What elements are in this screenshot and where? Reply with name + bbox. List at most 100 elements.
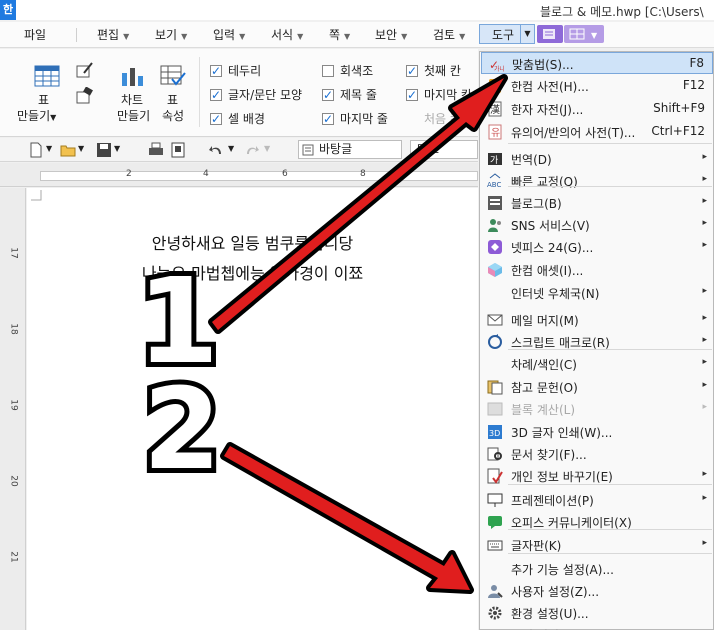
tools-menu-item[interactable]: ABC 빠른 교정(Q) ▸ bbox=[481, 170, 713, 192]
print-icon[interactable] bbox=[148, 142, 164, 158]
tools-menu-item-label: 3D 글자 인쇄(W)... bbox=[511, 426, 613, 440]
tools-menu-item-label: SNS 서비스(V) bbox=[511, 219, 590, 233]
communicator-icon bbox=[487, 514, 503, 530]
menu-edit[interactable]: 편집 ▼ bbox=[97, 26, 129, 44]
menu-page[interactable]: 쪽 ▼ bbox=[329, 26, 350, 44]
tools-menu-item: 블록 계산(L) ▸ bbox=[481, 398, 713, 420]
tools-menu-item[interactable]: 환경 설정(U)... bbox=[481, 602, 713, 624]
menu-insert[interactable]: 입력 ▼ bbox=[213, 26, 245, 44]
ribbon: 표 만들기▼ 차트 만들기 표 속성 테두리 글자/문단 모양 셀 배경 회색조… bbox=[0, 49, 478, 137]
ruler-number: 20 bbox=[8, 475, 19, 487]
submenu-arrow-icon: ▸ bbox=[702, 313, 707, 323]
chevron-down-icon[interactable]: ▼ bbox=[264, 144, 270, 153]
font-group-select[interactable]: 대표 bbox=[410, 140, 478, 159]
ruler-track bbox=[40, 171, 478, 181]
tools-menu-item[interactable]: 사용자 설정(Z)... bbox=[481, 580, 713, 602]
checkbox-header-row[interactable]: 제목 줄 bbox=[322, 87, 377, 103]
document-text-line[interactable]: 나능요 마법쳅에능 일가경이 이쬬 bbox=[27, 260, 478, 284]
chevron-down-icon[interactable]: ▼ bbox=[520, 25, 534, 43]
table-properties-icon[interactable] bbox=[160, 65, 186, 87]
chevron-down-icon[interactable]: ▼ bbox=[46, 144, 52, 153]
tools-menu-item-label: 글자판(K) bbox=[511, 539, 562, 553]
ribbon-divider bbox=[199, 57, 200, 127]
preview-icon[interactable] bbox=[170, 142, 186, 158]
submenu-arrow-icon: ▸ bbox=[702, 402, 707, 412]
keyboard-icon bbox=[487, 537, 503, 553]
menu-file[interactable]: 파일 bbox=[24, 26, 46, 44]
checkbox-last-row[interactable]: 마지막 줄 bbox=[322, 111, 388, 127]
tools-menu-item[interactable]: 가 번역(D) ▸ bbox=[481, 148, 713, 170]
document-page[interactable]: 안녕하새요 일등 범쿠룽임니당 나능요 마법쳅에능 일가경이 이쬬 bbox=[27, 188, 478, 630]
undo-icon[interactable] bbox=[208, 142, 224, 158]
quick-table-button[interactable]: ▼ bbox=[564, 25, 604, 43]
menu-security[interactable]: 보안 ▼ bbox=[375, 26, 407, 44]
chevron-down-icon[interactable]: ▼ bbox=[114, 144, 120, 153]
chevron-down-icon: ▼ bbox=[123, 32, 130, 41]
cell-erase-icon[interactable] bbox=[76, 87, 94, 105]
tools-menu-item[interactable]: 인터넷 우체국(N) ▸ bbox=[481, 282, 713, 304]
tools-menu-item[interactable]: 블로그(B) ▸ bbox=[481, 192, 713, 214]
reference-icon bbox=[487, 379, 503, 395]
redo-icon[interactable] bbox=[244, 142, 260, 158]
chevron-down-icon[interactable]: ▼ bbox=[228, 144, 234, 153]
tools-menu-item-label: 환경 설정(U)... bbox=[511, 607, 589, 621]
menu-separator bbox=[508, 186, 712, 187]
menu-review[interactable]: 검토 ▼ bbox=[433, 26, 465, 44]
submenu-arrow-icon: ▸ bbox=[702, 469, 707, 479]
tools-menu-item-label: 블록 계산(L) bbox=[511, 403, 576, 417]
tools-menu-item-label: 넷피스 24(G)... bbox=[511, 241, 594, 255]
checkbox-char-para-shape[interactable]: 글자/문단 모양 bbox=[210, 87, 302, 103]
checkbox-first-column-alt[interactable]: 처음 칸으 bbox=[406, 111, 472, 127]
tools-menu-item[interactable]: 漢 한자 자전(J)... Shift+F9 bbox=[481, 98, 713, 120]
svg-text:漢: 漢 bbox=[490, 103, 500, 116]
checkbox-first-column[interactable]: 첫째 칸 bbox=[406, 63, 461, 79]
checkbox-cell-background[interactable]: 셀 배경 bbox=[210, 111, 265, 127]
cell-edit-icon[interactable] bbox=[76, 61, 94, 79]
tools-menu-item-label: 유의어/반의어 사전(T)... bbox=[511, 126, 636, 140]
menu-view[interactable]: 보기 ▼ bbox=[155, 26, 187, 44]
submenu-arrow-icon: ▸ bbox=[702, 152, 707, 162]
table-create-label[interactable]: 만들기▼ bbox=[17, 109, 56, 125]
ruler-number: 21 bbox=[8, 551, 19, 563]
save-icon[interactable] bbox=[96, 142, 112, 158]
checkbox-border[interactable]: 테두리 bbox=[210, 63, 261, 79]
tools-menu-item[interactable]: SNS 서비스(V) ▸ bbox=[481, 214, 713, 236]
svg-text:ABC: ABC bbox=[487, 181, 501, 189]
tools-menu-item[interactable]: 차례/색인(C) ▸ bbox=[481, 353, 713, 375]
tools-menu-item[interactable]: 한컴 사전(H)... F12 bbox=[481, 75, 713, 97]
tools-menu-item[interactable]: 프레젠테이션(P) ▸ bbox=[481, 489, 713, 511]
checkbox-last-column[interactable]: 마지막 칸 bbox=[406, 87, 472, 103]
menu-tools[interactable]: 도구 ▼ bbox=[479, 24, 535, 44]
chevron-down-icon[interactable]: ▼ bbox=[78, 144, 84, 153]
netffice-icon bbox=[487, 239, 503, 255]
tools-menu-item[interactable]: 참고 문헌(O) ▸ bbox=[481, 376, 713, 398]
tools-menu-item[interactable]: 추가 기능 설정(A)... bbox=[481, 558, 713, 580]
thesaurus-icon: 유 bbox=[487, 124, 503, 140]
chart-icon[interactable] bbox=[120, 65, 146, 87]
chevron-down-icon: ▼ bbox=[181, 32, 188, 41]
user-settings-icon bbox=[487, 583, 503, 599]
macro-icon bbox=[487, 334, 503, 350]
tools-menu-item[interactable]: 문서 찾기(F)... bbox=[481, 443, 713, 465]
tools-menu-item[interactable]: 한컴 애셋(I)... bbox=[481, 259, 713, 281]
tools-menu-item-label: 차례/색인(C) bbox=[511, 358, 577, 372]
horizontal-ruler[interactable]: 2 4 6 8 bbox=[0, 163, 478, 187]
menu-format[interactable]: 서식 ▼ bbox=[271, 26, 303, 44]
new-document-icon[interactable] bbox=[28, 142, 44, 158]
quick-style-button[interactable] bbox=[537, 25, 563, 43]
open-folder-icon[interactable] bbox=[60, 142, 76, 158]
tools-menu-item[interactable]: 넷피스 24(G)... ▸ bbox=[481, 236, 713, 258]
tools-menu-item[interactable]: 유 유의어/반의어 사전(T)... Ctrl+F12 bbox=[481, 121, 713, 143]
document-text-line[interactable]: 안녕하새요 일등 범쿠룽임니당 bbox=[27, 230, 478, 254]
table-icon[interactable] bbox=[34, 65, 60, 87]
privacy-icon bbox=[487, 468, 503, 484]
checkbox-grayscale[interactable]: 회색조 bbox=[322, 63, 373, 79]
chevron-down-icon: ▼ bbox=[401, 32, 408, 41]
dictionary-icon bbox=[487, 78, 503, 94]
tools-menu-item-label: 한자 자전(J)... bbox=[511, 103, 584, 117]
vertical-ruler[interactable]: 17 18 19 20 21 bbox=[0, 188, 26, 630]
tools-menu-item[interactable]: 메일 머지(M) ▸ bbox=[481, 309, 713, 331]
tools-menu-item[interactable]: 스킨 설정(Y)... bbox=[481, 624, 713, 630]
tools-menu-item[interactable]: ✓ 가나 맞춤법(S)... F8 bbox=[481, 52, 713, 74]
tools-menu-item[interactable]: 3D 3D 글자 인쇄(W)... bbox=[481, 421, 713, 443]
